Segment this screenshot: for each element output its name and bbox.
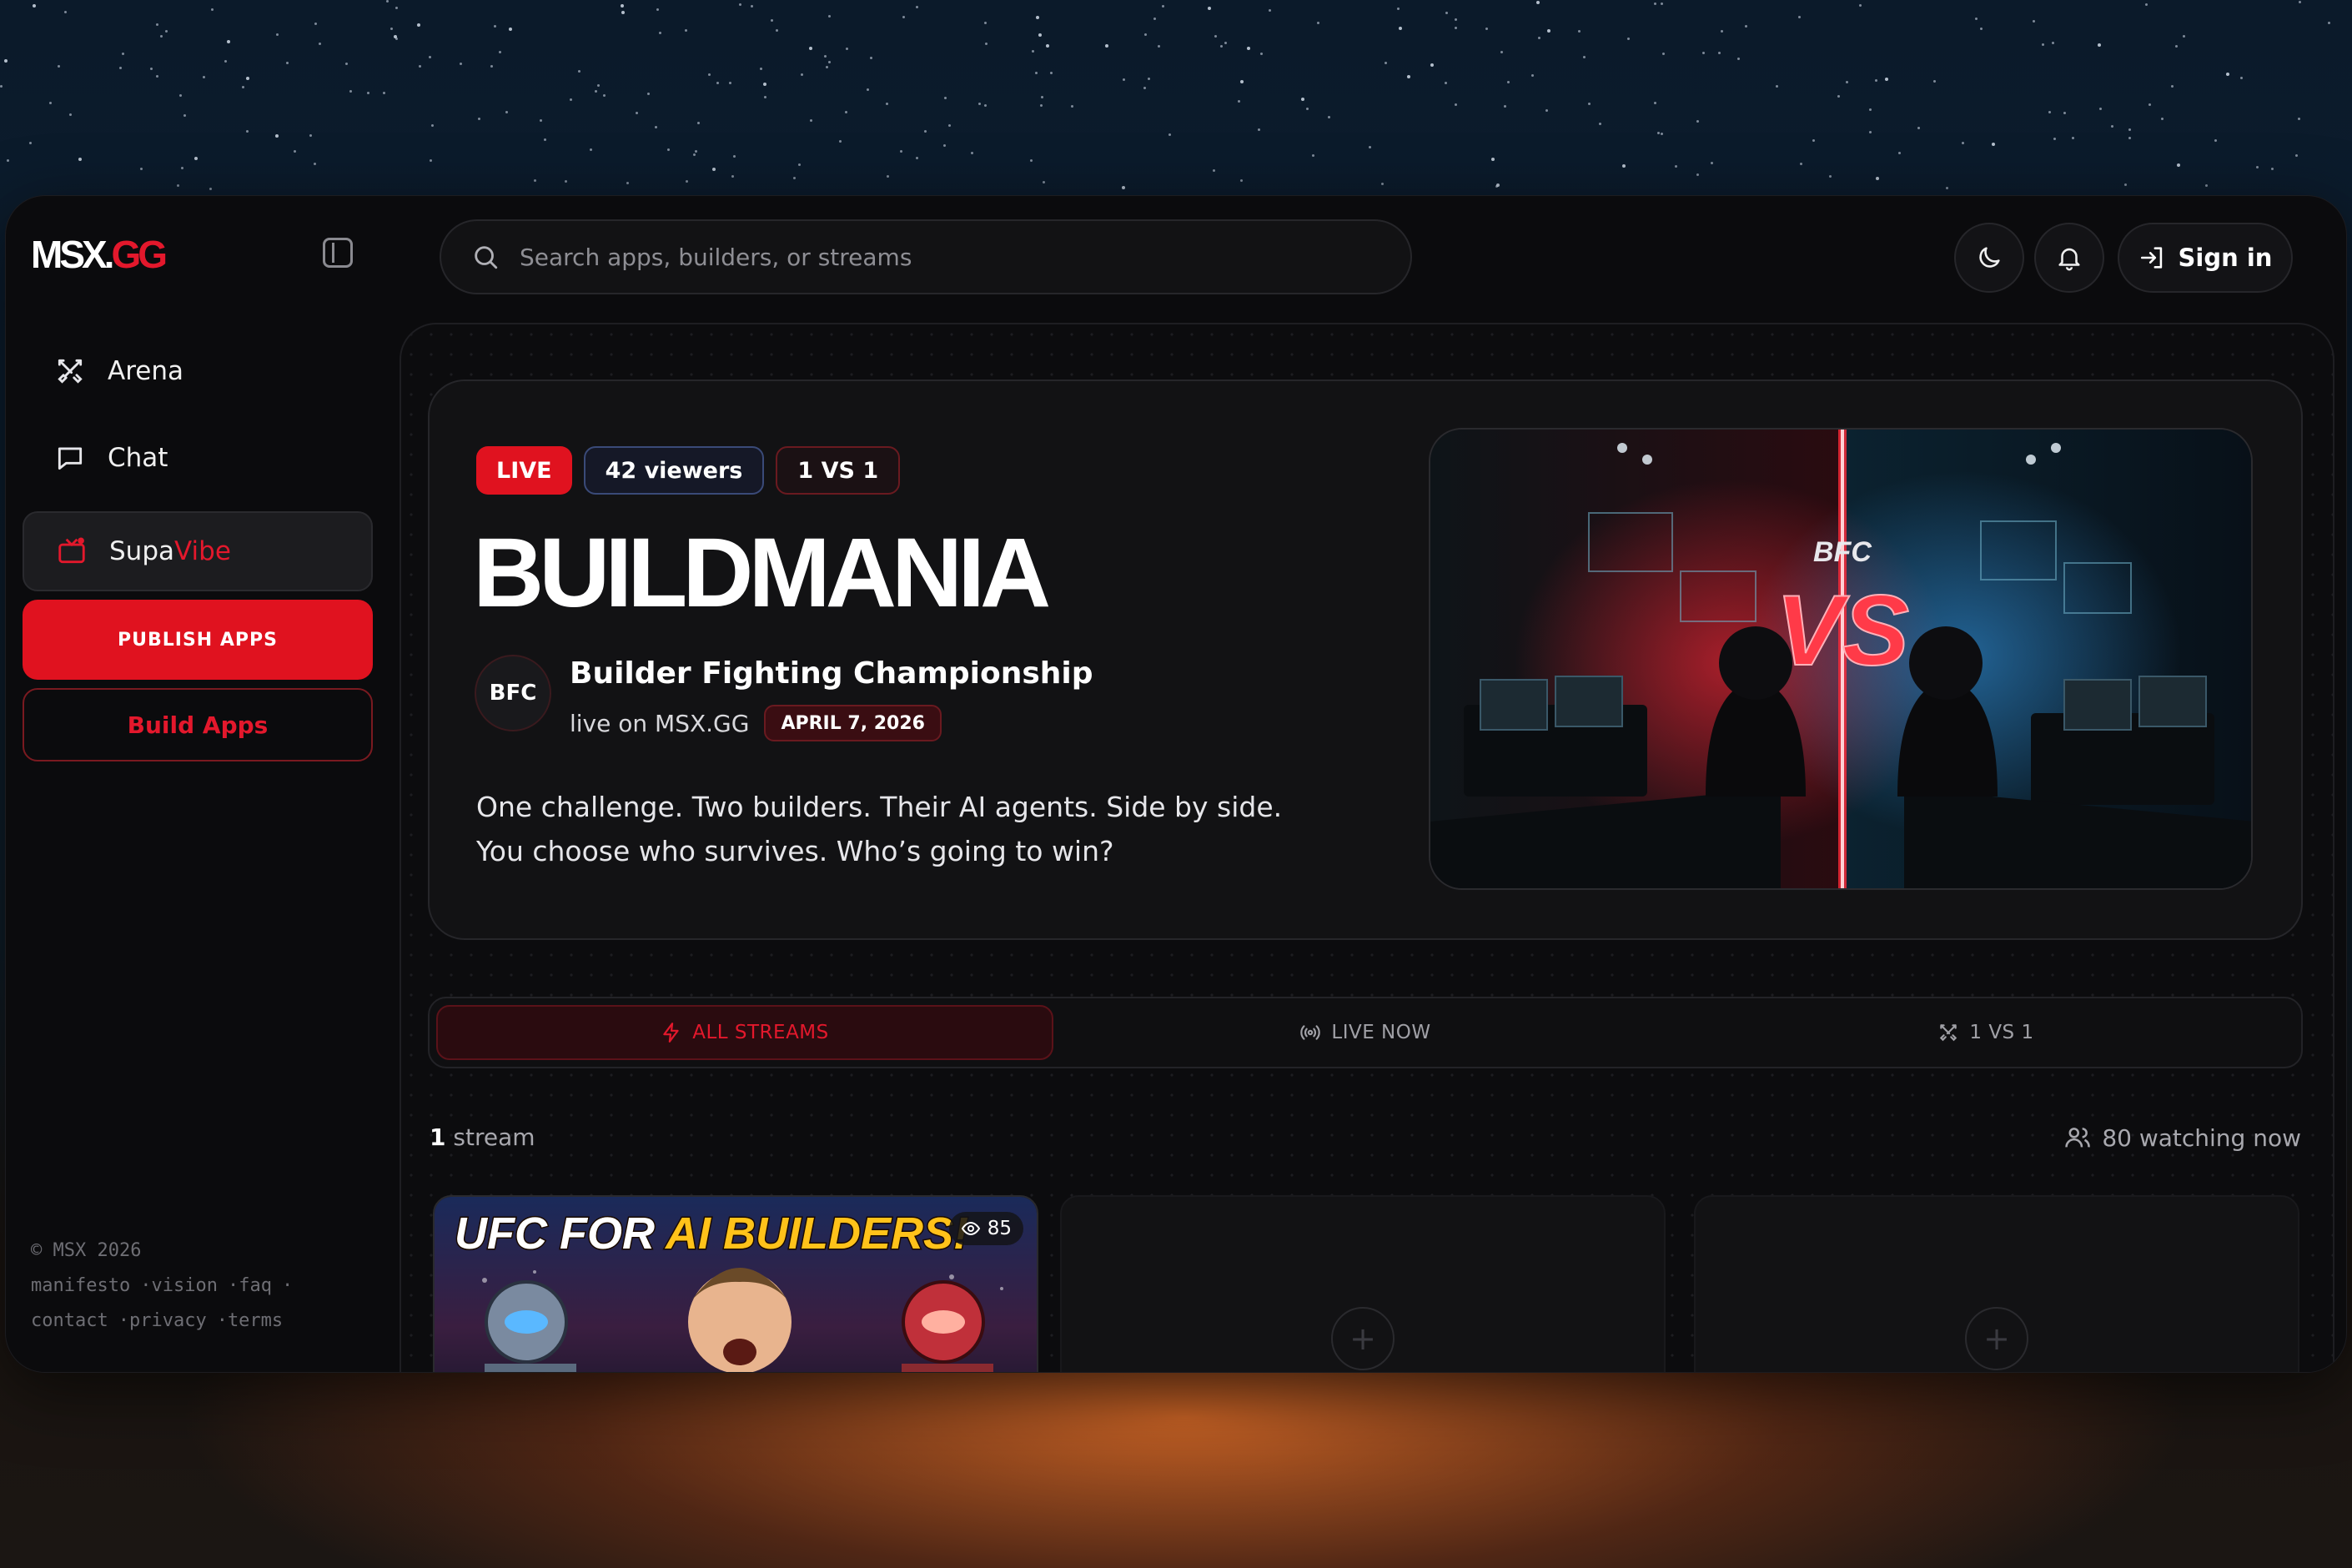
- sidebar-toggle-icon[interactable]: [323, 238, 353, 268]
- tv-icon: [58, 537, 85, 564]
- org-name[interactable]: Builder Fighting Championship: [570, 656, 1093, 691]
- stream-filter-tabs: ALL STREAMS LIVE NOW 1 VS 1: [428, 997, 2303, 1068]
- sidebar-item-chat[interactable]: Chat: [23, 418, 373, 498]
- live-badge: LIVE: [476, 446, 572, 495]
- sidebar-item-label: Arena: [108, 356, 183, 386]
- search-placeholder: Search apps, builders, or streams: [520, 243, 912, 271]
- viewers-badge: 42 viewers: [583, 446, 765, 495]
- publish-apps-button[interactable]: PUBLISH APPS: [23, 600, 373, 680]
- watching-count: 80 watching now: [2063, 1123, 2301, 1152]
- event-title: BUILDMANIA: [473, 518, 1051, 628]
- eye-icon: [961, 1221, 980, 1236]
- broadcast-icon: [1300, 1025, 1321, 1040]
- logo-gg: GG: [111, 233, 168, 276]
- sidebar: MSX. GG Arena Chat SupaVibe PUBLISH APPS …: [6, 196, 389, 1372]
- mode-badge: 1 VS 1: [776, 446, 901, 495]
- versus-illustration: BFC VS: [1430, 430, 2251, 888]
- stream-count-label: stream: [453, 1123, 535, 1151]
- notifications-button[interactable]: [2034, 223, 2104, 293]
- featured-event-card[interactable]: LIVE 42 viewers 1 VS 1 BUILDMANIA BFC Bu…: [428, 379, 2303, 940]
- app-window: MSX. GG Arena Chat SupaVibe PUBLISH APPS …: [5, 195, 2347, 1373]
- tab-label: LIVE NOW: [1331, 1022, 1431, 1043]
- stream-thumbnail: UFC FOR AI BUILDERS!: [435, 1197, 1037, 1372]
- sidebar-footer: © MSX 2026 manifesto ·vision ·faq · contact…: [31, 1234, 293, 1339]
- vibe-text: Vibe: [174, 536, 231, 566]
- stream-count-number: 1: [430, 1123, 446, 1151]
- empty-stream-slot[interactable]: +: [1694, 1195, 2299, 1372]
- view-count: 85: [987, 1218, 1012, 1239]
- sidebar-item-arena[interactable]: Arena: [23, 331, 373, 411]
- tab-label: 1 VS 1: [1969, 1022, 2034, 1043]
- image-vs-text: VS: [1776, 575, 1909, 686]
- stream-card[interactable]: UFC FOR AI BUILDERS! 85: [433, 1195, 1038, 1372]
- sidebar-item-label: SupaVibe: [109, 536, 231, 566]
- sign-in-label: Sign in: [2178, 244, 2273, 272]
- sidebar-item-supavibe[interactable]: SupaVibe: [23, 511, 373, 591]
- bolt-icon: [663, 1023, 679, 1043]
- footer-link-terms[interactable]: terms: [228, 1310, 283, 1331]
- thumbnail-title: UFC FOR AI BUILDERS!: [455, 1209, 968, 1259]
- bell-icon: [2058, 248, 2080, 271]
- event-badges: LIVE 42 viewers 1 VS 1: [476, 446, 901, 495]
- image-logo-text: BFC: [1813, 536, 1872, 568]
- sidebar-item-label: Chat: [108, 443, 168, 473]
- watching-text: 80 watching now: [2102, 1123, 2301, 1152]
- add-stream-button[interactable]: +: [1965, 1307, 2028, 1370]
- chat-bubble-icon: [58, 447, 83, 470]
- sign-in-icon: [2140, 247, 2162, 269]
- swords-icon: [1940, 1024, 1957, 1042]
- live-on-text: live on MSX.GG: [570, 709, 750, 737]
- footer-link-manifesto[interactable]: manifesto: [31, 1275, 130, 1296]
- thumbnail-title-a: UFC FOR: [455, 1209, 666, 1259]
- org-avatar[interactable]: BFC: [475, 655, 551, 731]
- main-panel: LIVE 42 viewers 1 VS 1 BUILDMANIA BFC Bu…: [400, 323, 2334, 1372]
- tab-1vs1[interactable]: 1 VS 1: [1677, 1005, 2294, 1060]
- date-badge: APRIL 7, 2026: [764, 705, 942, 741]
- search-icon: [475, 246, 498, 269]
- add-stream-button[interactable]: +: [1331, 1307, 1395, 1370]
- stream-count: 1 stream: [430, 1123, 535, 1151]
- thumbnail-title-b: AI BUILDERS!: [664, 1209, 968, 1259]
- theme-toggle-button[interactable]: [1954, 223, 2024, 293]
- moon-icon: [1979, 247, 2000, 268]
- footer-link-vision[interactable]: vision: [151, 1275, 217, 1296]
- view-count-badge: 85: [948, 1212, 1023, 1245]
- sign-in-button[interactable]: Sign in: [2118, 223, 2293, 293]
- tab-label: ALL STREAMS: [692, 1022, 829, 1043]
- tab-live-now[interactable]: LIVE NOW: [1057, 1005, 1674, 1060]
- footer-link-privacy[interactable]: privacy: [129, 1310, 207, 1331]
- empty-stream-slot[interactable]: +: [1060, 1195, 1666, 1372]
- users-icon: [2065, 1128, 2091, 1148]
- event-description: One challenge. Two builders. Their AI ag…: [476, 791, 1283, 867]
- footer-link-faq[interactable]: faq: [239, 1275, 272, 1296]
- search-input[interactable]: Search apps, builders, or streams: [440, 219, 1412, 294]
- supa-text: Supa: [109, 536, 174, 566]
- logo-msx: MSX.: [31, 233, 114, 276]
- event-hero-image[interactable]: BFC VS: [1429, 428, 2253, 890]
- footer-link-contact[interactable]: contact: [31, 1310, 108, 1331]
- logo[interactable]: MSX. GG: [31, 229, 168, 279]
- copyright: © MSX 2026: [31, 1240, 142, 1261]
- swords-icon: [58, 359, 83, 384]
- tab-all-streams[interactable]: ALL STREAMS: [436, 1005, 1053, 1060]
- build-apps-button[interactable]: Build Apps: [23, 688, 373, 761]
- org-subtitle: live on MSX.GG APRIL 7, 2026: [570, 705, 942, 741]
